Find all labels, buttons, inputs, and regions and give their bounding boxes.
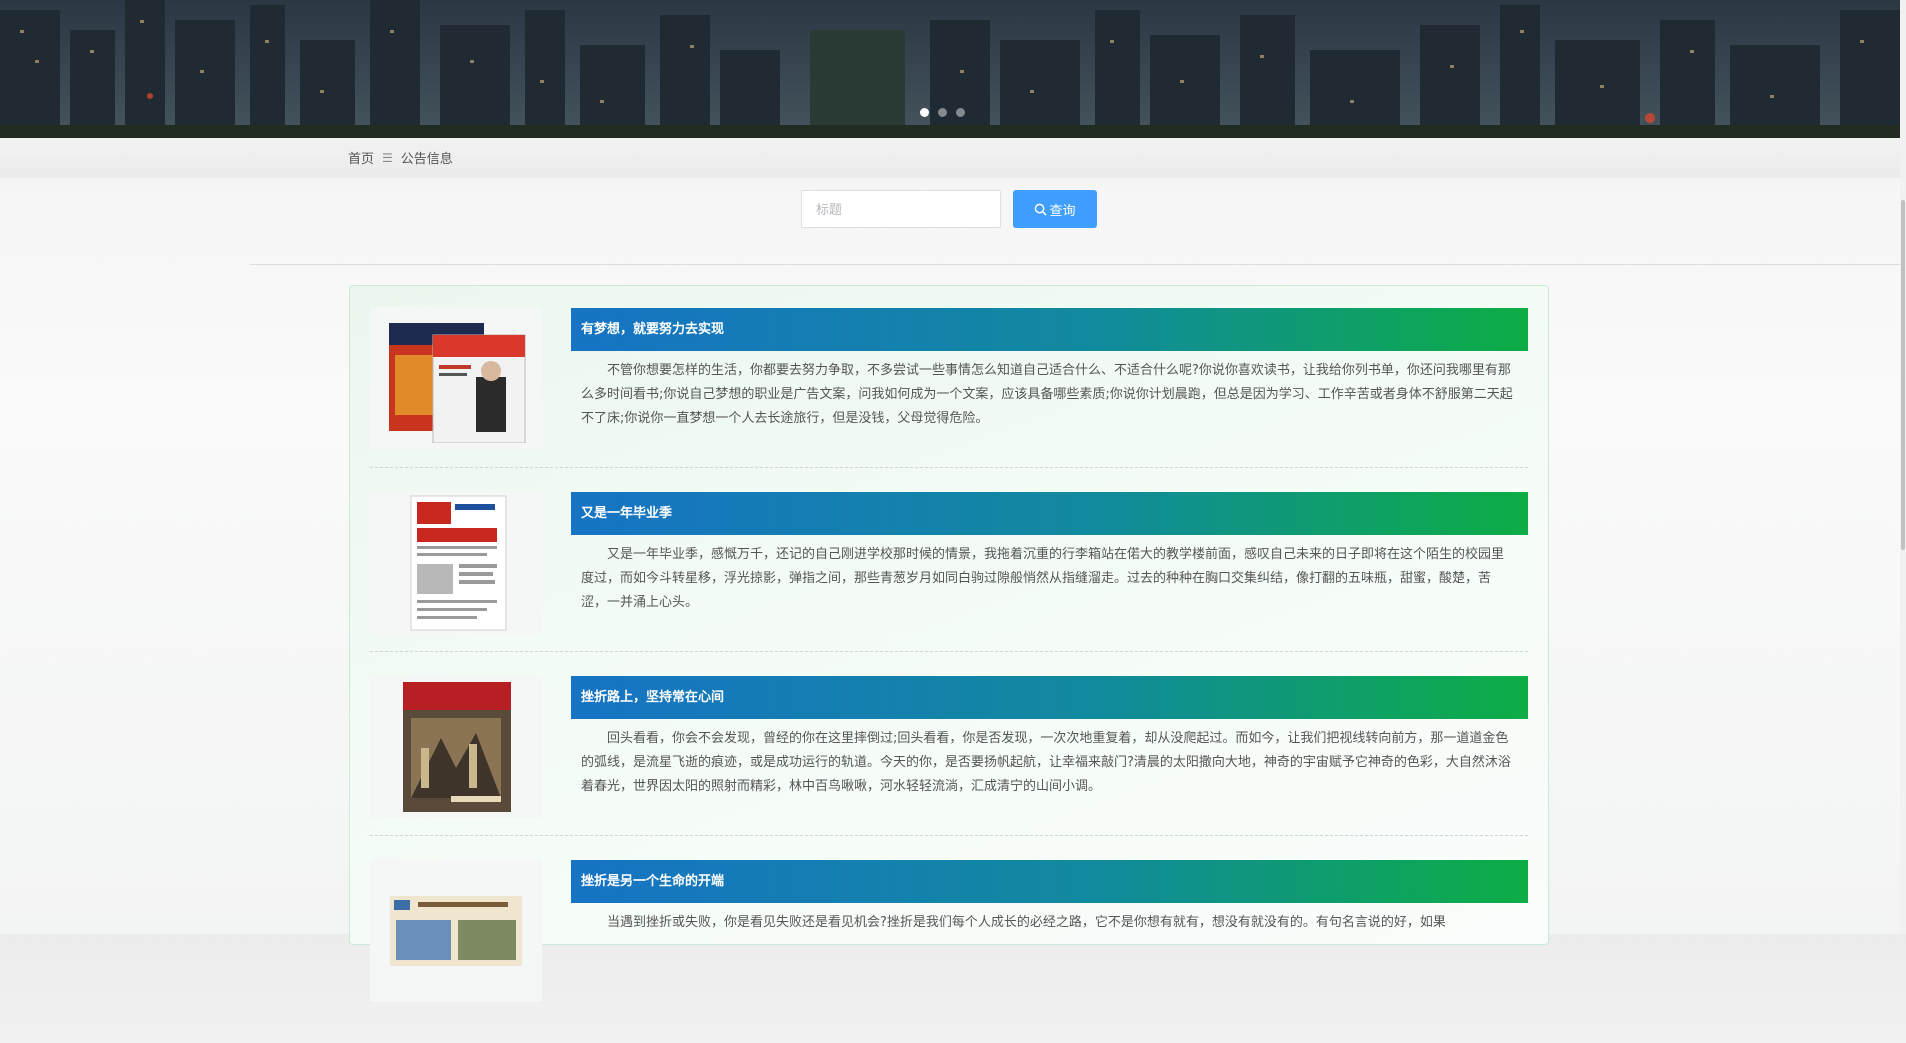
notice-item[interactable]: 挫折是另一个生命的开端 当遇到挫折或失败，你是看见失败还是看见机会?挫折是我们每… xyxy=(370,859,1528,1043)
notice-content: 回头看看，你会不会发现，曾经的你在这里摔倒过;回头看看，你是否发现，一次次地重复… xyxy=(581,731,1511,794)
notice-content: 不管你想要怎样的生活，你都要去努力争取，不多尝试一些事情怎么知道自己适合什么、不… xyxy=(581,363,1513,426)
banner-dot[interactable] xyxy=(938,108,947,117)
notice-title[interactable]: 挫折是另一个生命的开端 xyxy=(571,860,1528,903)
breadcrumb: 首页 ☰ 公告信息 xyxy=(348,148,453,167)
breadcrumb-current: 公告信息 xyxy=(400,151,453,166)
banner-dot[interactable] xyxy=(920,108,929,117)
notice-item[interactable]: 有梦想，就要努力去实现 不管你想要怎样的生活，你都要去努力争取，不多尝试一些事情… xyxy=(370,307,1528,491)
magazine-cover-icon xyxy=(389,322,526,443)
search-button[interactable]: 查询 xyxy=(1013,190,1097,228)
notice-cover-image[interactable] xyxy=(370,491,542,634)
breadcrumb-bar xyxy=(0,138,1900,178)
city-skyline-image xyxy=(0,0,1906,138)
magazine-cover-icon xyxy=(410,495,507,630)
banner-pagination xyxy=(920,108,965,117)
breadcrumb-home[interactable]: 首页 xyxy=(348,148,374,167)
notice-title[interactable]: 有梦想，就要努力去实现 xyxy=(571,308,1528,351)
banner-dot[interactable] xyxy=(956,108,965,117)
notice-title[interactable]: 挫折路上，坚持常在心间 xyxy=(571,676,1528,719)
hero-banner xyxy=(0,0,1906,138)
magazine-cover-icon xyxy=(390,895,522,966)
notice-cover-image[interactable] xyxy=(370,859,542,1002)
search-icon xyxy=(1035,203,1047,215)
notice-cover-image[interactable] xyxy=(370,307,542,450)
search-button-label: 查询 xyxy=(1049,202,1076,218)
item-divider xyxy=(370,467,1528,468)
item-divider xyxy=(370,651,1528,652)
notice-item[interactable]: 又是一年毕业季 又是一年毕业季，感慨万千，还记的自己刚进学校那时候的情景，我拖着… xyxy=(370,491,1528,675)
breadcrumb-separator-icon: ☰ xyxy=(382,150,393,165)
scrollbar-thumb[interactable] xyxy=(1901,200,1905,550)
search-divider xyxy=(250,264,1900,265)
notice-list: 有梦想，就要努力去实现 不管你想要怎样的生活，你都要去努力争取，不多尝试一些事情… xyxy=(349,285,1549,1002)
magazine-cover-icon xyxy=(403,681,511,812)
item-divider xyxy=(370,835,1528,836)
notice-cover-image[interactable] xyxy=(370,675,542,818)
page-scrollbar[interactable] xyxy=(1900,0,1906,934)
notice-title[interactable]: 又是一年毕业季 xyxy=(571,492,1528,535)
notice-content: 当遇到挫折或失败，你是看见失败还是看见机会?挫折是我们每个人成长的必经之路，它不… xyxy=(607,915,1446,930)
notice-content: 又是一年毕业季，感慨万千，还记的自己刚进学校那时候的情景，我拖着沉重的行李箱站在… xyxy=(581,547,1505,610)
title-search-input[interactable] xyxy=(801,190,1001,228)
notice-item[interactable]: 挫折路上，坚持常在心间 回头看看，你会不会发现，曾经的你在这里摔倒过;回头看看，… xyxy=(370,675,1528,859)
